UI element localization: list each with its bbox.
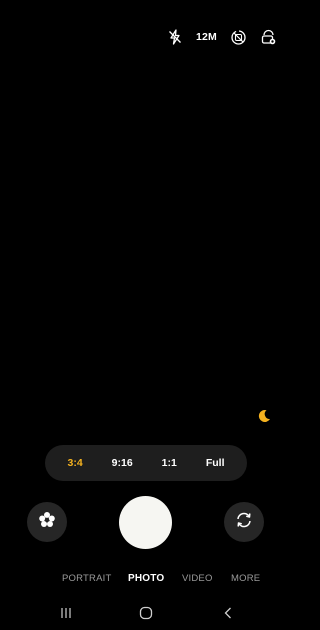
mode-more[interactable]: MORE xyxy=(231,573,260,584)
flash-off-icon[interactable] xyxy=(166,28,184,46)
ratio-3-4[interactable]: 3:4 xyxy=(63,451,86,475)
camera-mode-selector: PORTRAIT PHOTO VIDEO MORE xyxy=(0,573,291,589)
ratio-9-16[interactable]: 9:16 xyxy=(108,451,137,475)
filter-icon[interactable] xyxy=(259,28,277,46)
ratio-full[interactable]: Full xyxy=(202,451,229,475)
recents-icon[interactable] xyxy=(56,603,76,623)
moon-icon[interactable] xyxy=(256,408,272,424)
top-toolbar: 12M xyxy=(166,26,277,48)
switch-camera-button[interactable] xyxy=(224,502,264,542)
home-icon[interactable] xyxy=(136,603,156,623)
mode-video[interactable]: VIDEO xyxy=(182,573,213,584)
resolution-button[interactable]: 12M xyxy=(196,31,217,43)
flower-effects-icon xyxy=(37,510,57,535)
back-icon[interactable] xyxy=(218,603,238,623)
motion-photo-icon[interactable] xyxy=(229,28,247,46)
switch-camera-icon xyxy=(234,510,254,535)
effects-button[interactable] xyxy=(27,502,67,542)
shutter-button[interactable] xyxy=(119,496,172,549)
ratio-1-1[interactable]: 1:1 xyxy=(158,451,181,475)
mode-portrait[interactable]: PORTRAIT xyxy=(62,573,111,584)
aspect-ratio-selector: 3:4 9:16 1:1 Full xyxy=(45,445,247,481)
system-navigation-bar xyxy=(0,600,291,626)
mode-photo[interactable]: PHOTO xyxy=(128,573,164,584)
